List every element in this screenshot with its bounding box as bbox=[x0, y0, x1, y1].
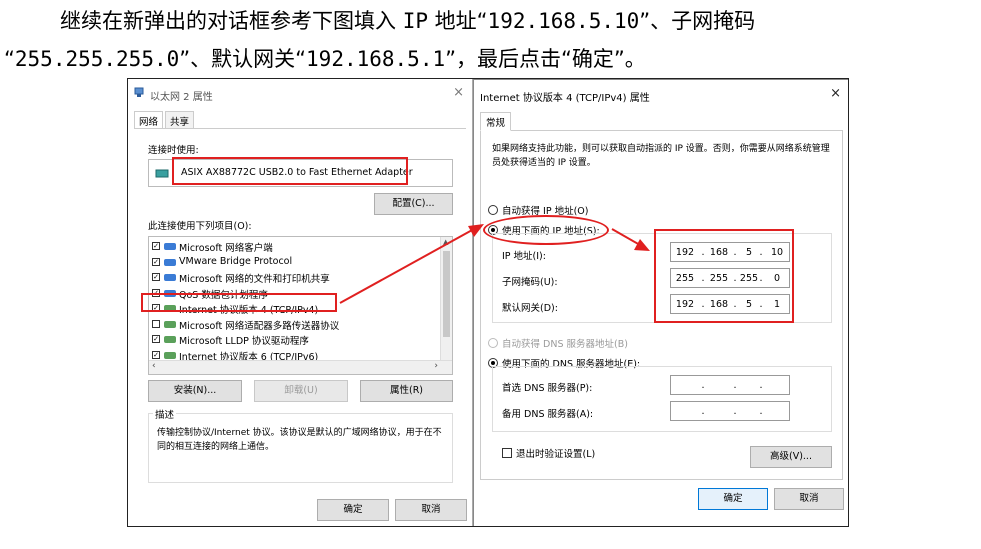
protocol-icon bbox=[164, 274, 176, 281]
ip-address-label: IP 地址(I): bbox=[502, 251, 546, 262]
properties-button[interactable]: 属性(R) bbox=[360, 380, 453, 402]
instruction-line-2: “255.255.255.0”、默认网关“192.168.5.1”，最后点击“确… bbox=[4, 47, 646, 71]
close-icon[interactable]: × bbox=[830, 86, 841, 101]
auto-dns-label: 自动获得 DNS 服务器地址(B) bbox=[502, 339, 628, 350]
scroll-right-icon[interactable]: › bbox=[434, 361, 438, 371]
description-title: 描述 bbox=[153, 407, 177, 421]
scroll-left-icon[interactable]: ‹ bbox=[152, 361, 156, 371]
tab-divider bbox=[134, 128, 466, 129]
connect-using-label: 连接时使用: bbox=[148, 145, 199, 156]
protocol-icon bbox=[164, 258, 176, 266]
uninstall-button[interactable]: 卸载(U) bbox=[254, 380, 348, 402]
item-label: Microsoft 网络适配器多路传送器协议 bbox=[179, 320, 340, 332]
item-checkbox[interactable]: ✓ bbox=[152, 335, 160, 343]
items-label: 此连接使用下列项目(O): bbox=[148, 221, 252, 232]
item-checkbox[interactable] bbox=[152, 319, 160, 328]
validate-label: 退出时验证设置(L) bbox=[516, 449, 596, 460]
ipv4-highlight-box bbox=[141, 293, 337, 312]
manual-ip-highlight-ellipse bbox=[483, 215, 609, 245]
preferred-dns-label: 首选 DNS 服务器(P): bbox=[502, 383, 593, 394]
protocol-icon bbox=[164, 351, 176, 359]
item-label: Microsoft 网络的文件和打印机共享 bbox=[179, 274, 330, 285]
scroll-up-icon[interactable]: ▲ bbox=[443, 238, 448, 246]
close-icon[interactable]: × bbox=[453, 85, 464, 100]
gateway-label: 默认网关(D): bbox=[502, 303, 558, 314]
preferred-dns-input[interactable]: ... bbox=[670, 375, 790, 395]
vertical-scrollbar[interactable]: ▲ bbox=[440, 237, 452, 362]
left-cancel-button[interactable]: 取消 bbox=[395, 499, 467, 521]
protocol-icon bbox=[164, 336, 176, 343]
adapter-highlight-box bbox=[172, 157, 408, 185]
right-dialog-title: Internet 协议版本 4 (TCP/IPv4) 属性 bbox=[480, 93, 650, 104]
alternate-dns-label: 备用 DNS 服务器(A): bbox=[502, 409, 594, 420]
right-ok-button[interactable]: 确定 bbox=[698, 488, 768, 510]
ip-fields-highlight-box bbox=[654, 229, 794, 323]
horizontal-scrollbar[interactable]: ‹ › bbox=[149, 360, 452, 374]
intro-text: 如果网络支持此功能，则可以获取自动指派的 IP 设置。否则，你需要从网络系统管理… bbox=[492, 144, 830, 168]
instruction-text: 继续在新弹出的对话框参考下图填入 IP 地址“192.168.5.10”、子网掩… bbox=[0, 0, 981, 80]
screenshot-frame: 以太网 2 属性 × 网络 共享 连接时使用: ASIX AX88772C US… bbox=[127, 78, 849, 527]
validate-checkbox[interactable] bbox=[502, 448, 512, 458]
advanced-button[interactable]: 高级(V)... bbox=[750, 446, 832, 468]
scroll-thumb[interactable] bbox=[443, 251, 450, 337]
protocol-icon bbox=[164, 243, 176, 250]
item-checkbox[interactable]: ✓ bbox=[152, 257, 160, 266]
right-titlebar: Internet 协议版本 4 (TCP/IPv4) 属性 × bbox=[474, 80, 848, 108]
network-adapter-icon bbox=[134, 87, 144, 97]
tab-general[interactable]: 常规 bbox=[480, 112, 512, 131]
instruction-line-1: 继续在新弹出的对话框参考下图填入 IP 地址“192.168.5.10”、子网掩… bbox=[60, 9, 756, 33]
tab-sharing[interactable]: 共享 bbox=[165, 111, 195, 129]
install-button[interactable]: 安装(N)... bbox=[148, 380, 242, 402]
tab-network[interactable]: 网络 bbox=[134, 111, 164, 129]
left-ok-button[interactable]: 确定 bbox=[317, 499, 389, 521]
item-label: Microsoft 网络客户端 bbox=[179, 243, 273, 254]
left-titlebar: 以太网 2 属性 × bbox=[128, 79, 472, 107]
configure-button[interactable]: 配置(C)... bbox=[374, 193, 453, 215]
description-text: 传输控制协议/Internet 协议。该协议是默认的广域网络协议，用于在不同的相… bbox=[157, 428, 442, 452]
description-group: 描述 传输控制协议/Internet 协议。该协议是默认的广域网络协议，用于在不… bbox=[148, 407, 453, 483]
item-label: VMware Bridge Protocol bbox=[179, 255, 293, 267]
item-checkbox[interactable]: ✓ bbox=[152, 273, 160, 281]
adapter-icon bbox=[155, 169, 169, 178]
item-label: Microsoft LLDP 协议驱动程序 bbox=[179, 336, 309, 347]
left-dialog-title: 以太网 2 属性 bbox=[150, 92, 213, 103]
alternate-dns-input[interactable]: ... bbox=[670, 401, 790, 421]
item-checkbox[interactable]: ✓ bbox=[152, 242, 160, 250]
right-cancel-button[interactable]: 取消 bbox=[774, 488, 844, 510]
item-checkbox[interactable]: ✓ bbox=[152, 350, 160, 359]
subnet-mask-label: 子网掩码(U): bbox=[502, 277, 558, 288]
auto-ip-radio[interactable] bbox=[488, 205, 498, 215]
protocol-icon bbox=[164, 320, 176, 328]
auto-dns-radio[interactable] bbox=[488, 338, 498, 348]
